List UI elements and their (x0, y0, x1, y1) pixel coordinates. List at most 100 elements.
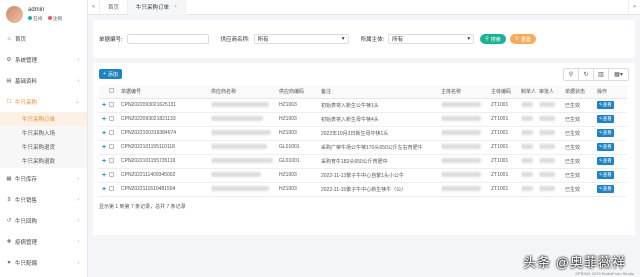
column-header[interactable]: 审批人 (539, 85, 565, 99)
expand-row-icon[interactable]: + (99, 126, 109, 141)
expand-row-icon[interactable]: + (99, 112, 109, 127)
redacted-supplier-name (211, 101, 269, 107)
entity-name-cell (441, 154, 491, 169)
supplier-select-value: 所有 (257, 37, 269, 43)
tab-scroll-right-icon[interactable]: » (628, 0, 640, 15)
row-checkbox[interactable] (109, 101, 114, 107)
medical-icon: ✚ (6, 238, 12, 245)
sidebar-item-6[interactable]: ↺ 牛只回购 › (0, 210, 87, 231)
column-header[interactable]: 备注 (321, 85, 441, 99)
submenu-item-1[interactable]: 牛只采购入场 (0, 126, 87, 140)
entity-code-cell: ZT1001 (491, 140, 521, 155)
note-cell: 初始表将入新生母牛犊4头 (321, 112, 441, 127)
column-header[interactable]: 供应商编码 (279, 85, 321, 99)
approver-cell (539, 112, 565, 127)
redacted-approver (539, 101, 555, 107)
sidebar-item-4[interactable]: ▦ 牛只库存 › (0, 168, 87, 189)
row-checkbox[interactable] (109, 171, 114, 177)
submenu-item-2[interactable]: 牛只采购退货 (0, 140, 87, 154)
note-cell: 2022年10月3日新生母牛犊1头 (321, 126, 441, 141)
tab-scroll-left-icon[interactable]: « (88, 0, 100, 15)
supplier-name-cell (211, 98, 279, 113)
view-button[interactable]: ✎查看 (597, 143, 614, 151)
sidebar-item-1[interactable]: ⚙ 系统管理 › (0, 49, 87, 70)
columns-icon[interactable]: ▥ (594, 68, 609, 80)
avatar[interactable] (6, 5, 23, 23)
view-button[interactable]: ✎查看 (597, 185, 614, 193)
expand-row-icon[interactable]: + (99, 182, 109, 197)
tab-home[interactable]: 首页 (100, 0, 129, 15)
sidebar-item-5[interactable]: $ 牛只销售 › (0, 189, 87, 210)
view-button[interactable]: ✎查看 (597, 171, 614, 179)
table-row[interactable]: + CPN2022093021625131 HZ1003 初始表将入新生公牛犊1头 ZT… (99, 98, 627, 113)
row-select-cell[interactable] (109, 126, 121, 141)
search-icon[interactable]: ⚲ (564, 68, 579, 80)
sidebar-item-7[interactable]: ✚ 疫病管理 › (0, 231, 87, 252)
grid-icon[interactable]: ▦▾ (609, 69, 628, 80)
column-header[interactable]: 主体编码 (491, 85, 521, 99)
gear-icon: ⚙ (6, 56, 12, 63)
add-button[interactable]: + 添加 (99, 69, 122, 79)
logout-link[interactable]: 注销 (47, 15, 62, 22)
order-number-input[interactable] (126, 34, 209, 44)
select-all-checkbox[interactable] (109, 87, 114, 93)
table-row[interactable]: + CPN2022101155110118 GL01001 采购广荣牛场公牛犊170头… (99, 140, 627, 155)
row-checkbox[interactable] (109, 185, 114, 191)
column-header[interactable]: 供应商名称 (211, 85, 279, 99)
supplier-select[interactable]: 所有 ▾ (253, 34, 349, 44)
view-button[interactable]: ✎查看 (597, 115, 614, 123)
expand-row-icon[interactable]: + (99, 154, 109, 169)
search-button[interactable]: ⚲ 搜索 (480, 34, 506, 44)
row-select-cell[interactable] (109, 168, 121, 183)
close-tab-icon[interactable]: × (174, 4, 177, 10)
order-code-cell: CPN2022101155110118 (121, 140, 211, 155)
column-header[interactable]: 制单人 (521, 85, 539, 99)
row-checkbox[interactable] (109, 157, 114, 163)
sidebar-item-8[interactable]: ♥ 牛只配偶 › (0, 252, 87, 273)
column-header[interactable]: 单据编号 (121, 85, 211, 99)
chevron-right-icon: › (77, 217, 79, 224)
note-cell: 2022-11-13繁子牛中心自繁1头小公牛 (321, 168, 441, 183)
row-select-cell[interactable] (109, 140, 121, 155)
view-button[interactable]: ✎查看 (597, 157, 614, 165)
table-row[interactable]: + CPN2022093021821133 HZ1003 初始表将入新生母牛犊4头 ZT… (99, 112, 627, 127)
column-header[interactable]: 操作 (597, 85, 627, 99)
column-header[interactable]: 单据状态 (565, 85, 597, 99)
order-code-cell: CPN2022101155735119 (121, 154, 211, 169)
table-row[interactable]: + CPN2022111409345002 HZ1003 2022-11-13繁子牛中… (99, 168, 627, 183)
table-row[interactable]: + CPN2022111610481504 HZ1003 2022-11-15繁子牛中… (99, 182, 627, 197)
tab-purchase-order[interactable]: 牛只采购订单 × (128, 0, 186, 15)
sidebar-item-0[interactable]: ⌂ 首页 (0, 28, 87, 49)
column-header[interactable]: 主体名称 (441, 85, 491, 99)
entity-select[interactable]: 所有 ▾ (388, 34, 475, 44)
table-row[interactable]: + CPN2022100319384674 HZ1003 2022年10月3日新生母牛… (99, 126, 627, 141)
reset-button[interactable]: ↻ 重置 (509, 34, 536, 44)
sidebar-item-2[interactable]: ▤ 基础资料 › (0, 70, 87, 91)
chevron-down-icon: ⌄ (74, 98, 79, 105)
expand-row-icon[interactable]: + (99, 140, 109, 155)
table-panel: + 添加 ⚲ ↻ ▥ ▦▾ 单据编号 供应商名称 供应商编码 备注 主体名称 主体编码 制单人 审批人… (93, 63, 635, 235)
view-button[interactable]: ✎查看 (597, 101, 614, 109)
select-all-header[interactable] (109, 85, 121, 99)
book-icon: ▤ (6, 77, 12, 84)
expand-row-icon[interactable]: + (99, 98, 109, 113)
row-checkbox[interactable] (109, 143, 114, 149)
redacted-entity-name (441, 157, 481, 163)
row-select-cell[interactable] (109, 98, 121, 113)
supplier-label: 供应商名称: (220, 37, 250, 43)
row-select-cell[interactable] (109, 112, 121, 127)
expand-row-icon[interactable]: + (99, 168, 109, 183)
chevron-right-icon: › (77, 175, 79, 182)
view-button[interactable]: ✎查看 (597, 129, 614, 137)
table-row[interactable]: + CPN2022101155735119 GL01001 采购育牛183头650公斤… (99, 154, 627, 169)
refresh-icon[interactable]: ↻ (579, 68, 594, 80)
redacted-approver (539, 115, 555, 121)
row-checkbox[interactable] (109, 115, 114, 121)
row-checkbox[interactable] (109, 129, 114, 135)
row-select-cell[interactable] (109, 182, 121, 197)
submenu-item-3[interactable]: 牛只采购退款 (0, 154, 87, 168)
sidebar-item-3[interactable]: ☐ 牛只采购 ⌄ (0, 91, 87, 112)
tab-purchase-order-label: 牛只采购订单 (136, 5, 170, 11)
submenu-item-0[interactable]: 牛只采购订单 (0, 112, 87, 126)
row-select-cell[interactable] (109, 154, 121, 169)
